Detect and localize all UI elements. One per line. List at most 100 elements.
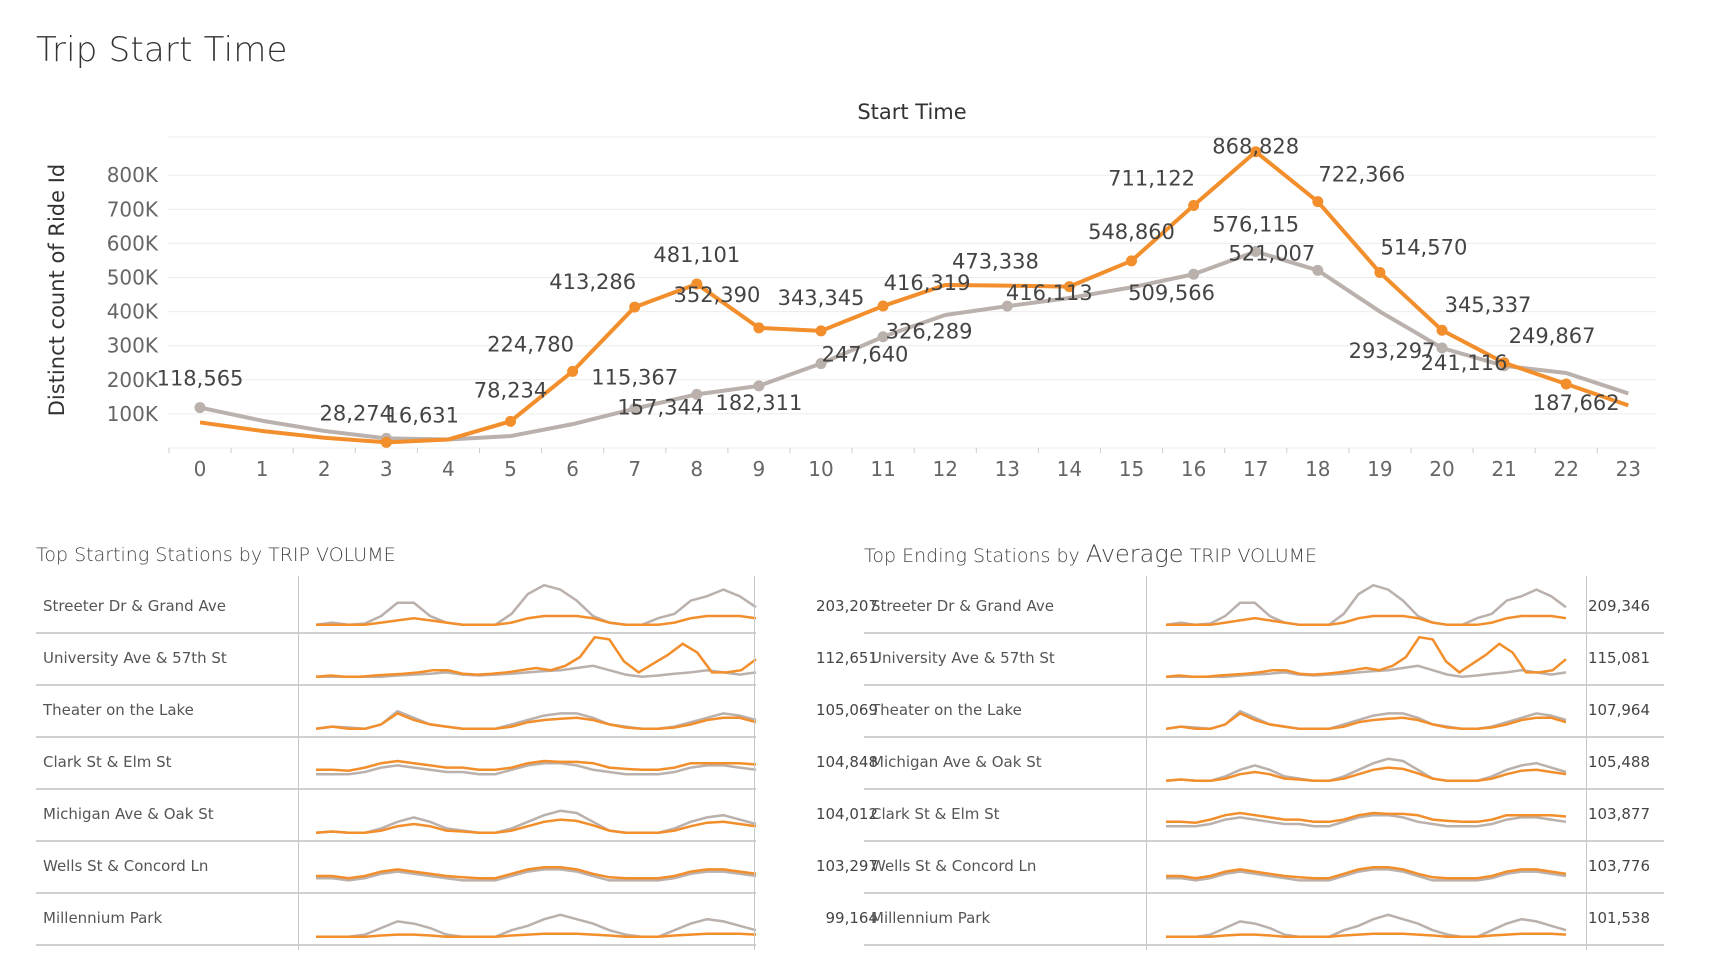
starting-stations-title-prefix: Top Starting Stations by [36,544,263,566]
y-tick-label: 700K [107,197,159,221]
data-label: 115,367 [591,366,678,390]
trip-volume-value: 105,488 [1587,753,1650,771]
data-point [753,380,765,392]
table-row: Michigan Ave & Oak St 104,012 [36,788,878,842]
table-row: Wells St & Concord Ln 103,776 [864,840,1664,894]
orange-sparkline [1165,711,1567,731]
data-label: 224,780 [487,332,574,356]
ending-stations-title-prefix: Top Ending Stations by [864,545,1080,567]
x-tick-label: 10 [808,457,833,481]
data-label: 182,311 [715,391,802,415]
data-point [567,365,579,377]
x-tick-label: 9 [753,457,766,481]
data-label: 548,860 [1088,220,1175,244]
gray-sparkline [1166,813,1567,828]
y-axis-label: Distinct count of Ride Id [45,164,69,417]
x-tick-label: 21 [1491,457,1516,481]
station-name: University Ave & 57th St [871,649,1055,667]
data-label: 157,344 [617,395,704,419]
station-name: Clark St & Elm St [43,753,172,771]
data-label: 16,631 [386,403,459,427]
y-tick-label: 400K [107,300,159,324]
data-point [815,325,827,337]
sparkline [1165,709,1567,731]
table-row: Wells St & Concord Ln 103,297 [36,840,878,894]
data-point [505,415,516,427]
x-tick-label: 12 [932,457,957,481]
sparkline [1166,811,1567,828]
ending-stations-title: Top Ending Stations by Average TRIP VOLU… [864,540,1317,568]
table-row: Millennium Park 101,538 [864,892,1664,946]
data-label: 249,867 [1509,324,1596,348]
column-divider [754,576,755,950]
data-label: 481,101 [653,243,740,267]
data-label: 514,570 [1380,236,1467,260]
data-label: 28,274 [320,401,393,425]
trip-volume-value: 103,877 [1587,805,1650,823]
data-label: 326,289 [886,320,973,344]
table-row: Theater on the Lake 105,069 [36,684,878,738]
ending-stations-title-metric-large: Average [1085,540,1184,568]
station-name: Theater on the Lake [43,701,194,719]
x-tick-label: 7 [628,457,641,481]
data-label: 868,828 [1212,135,1299,159]
x-tick-label: 23 [1616,457,1641,481]
data-label: 187,662 [1533,391,1620,415]
data-label: 521,007 [1228,241,1315,265]
series-line-1 [199,149,1629,445]
table-row: Millennium Park 99,164 [36,892,878,946]
orange-sparkline [1166,811,1567,824]
station-name: Michigan Ave & Oak St [43,805,214,823]
data-point [1312,264,1324,276]
data-label: 416,113 [1006,281,1093,305]
trip-start-time-line-chart: Start Time Distinct count of Ride Id 100K 2… [45,100,1656,481]
sparkline [1165,757,1567,783]
table-row: Michigan Ave & Oak St 105,488 [864,736,1664,790]
x-tick-label: 13 [995,457,1020,481]
x-tick-label: 2 [318,457,331,481]
data-label: 352,390 [673,283,760,307]
data-label: 78,234 [474,378,547,402]
data-point [1374,267,1386,279]
table-row: University Ave & 57th St 112,651 [36,632,878,686]
station-name: Streeter Dr & Grand Ave [43,597,226,615]
orange-sparkline [1166,614,1567,627]
data-point [1188,200,1200,212]
x-tick-label: 18 [1305,457,1330,481]
station-name: University Ave & 57th St [43,649,227,667]
orange-sparkline [1166,932,1567,939]
table-row: Theater on the Lake 107,964 [864,684,1664,738]
data-point [1560,378,1572,390]
sparkline [315,583,757,627]
table-row: University Ave & 57th St 115,081 [864,632,1664,686]
trip-volume-value: 107,964 [1587,701,1650,719]
ending-stations-table: Streeter Dr & Grand Ave 209,346 University… [864,576,1664,950]
orange-sparkline [315,711,757,731]
sparkline [1166,913,1567,939]
x-tick-label: 15 [1119,457,1144,481]
data-label: 576,115 [1212,213,1299,237]
x-tick-label: 16 [1181,457,1206,481]
data-point [753,322,765,334]
orange-sparkline [1166,865,1567,880]
table-row: Streeter Dr & Grand Ave 209,346 [864,580,1664,634]
data-label: 509,566 [1128,281,1215,305]
x-tick-label: 4 [442,457,455,481]
column-divider [298,576,299,950]
sparkline [316,913,757,939]
y-tick-label: 800K [107,163,159,187]
column-divider [1146,576,1147,950]
orange-sparkline [316,932,757,939]
starting-stations-table: Streeter Dr & Grand Ave 203,207 University… [36,576,878,950]
x-tick-label: 14 [1057,457,1082,481]
data-label: 711,122 [1108,167,1195,191]
y-tick-label: 200K [107,368,159,392]
data-point [877,300,889,312]
station-name: Wells St & Concord Ln [43,857,209,875]
trip-volume-value: 101,538 [1587,909,1650,927]
sparkline [1165,583,1567,627]
chart-title: Start Time [857,100,966,124]
data-point [1126,255,1137,267]
data-label: 241,116 [1421,351,1508,375]
x-tick-label: 17 [1243,457,1268,481]
